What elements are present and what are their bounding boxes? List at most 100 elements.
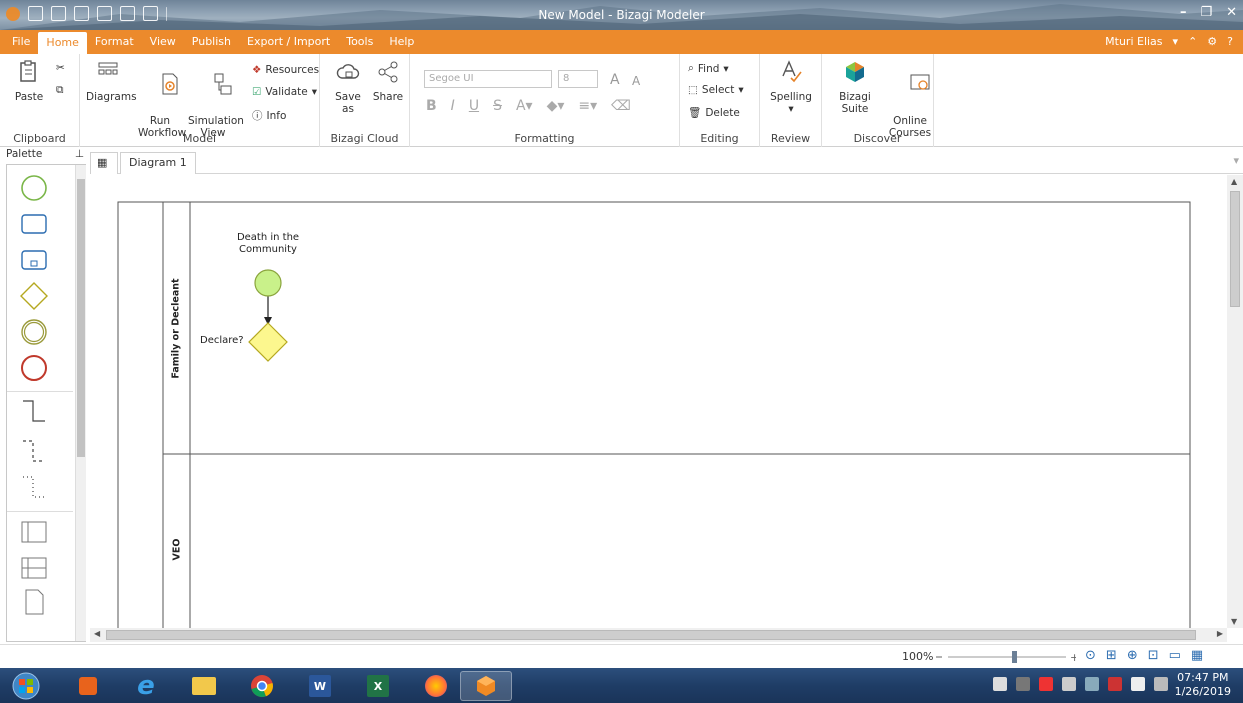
- run-workflow-button[interactable]: Run Workflow: [138, 60, 186, 163]
- diagrams-button[interactable]: Diagrams: [86, 60, 137, 103]
- select-button[interactable]: ⬚ Select ▾: [688, 84, 744, 96]
- tray-antivirus-icon[interactable]: [1039, 677, 1053, 691]
- run-workflow-icon: [162, 73, 178, 95]
- task-icon[interactable]: [19, 209, 49, 239]
- taskbar-app-explorer[interactable]: [178, 671, 230, 701]
- font-select[interactable]: Segoe UI: [424, 70, 552, 88]
- spelling-button[interactable]: Spelling ▾: [766, 60, 816, 115]
- italic-icon[interactable]: I: [451, 98, 455, 114]
- collapse-ribbon-icon[interactable]: ⌃: [1188, 30, 1197, 54]
- menu-home[interactable]: Home: [38, 32, 87, 54]
- minimize-icon[interactable]: –: [1180, 5, 1187, 20]
- font-size-select[interactable]: 8: [558, 70, 598, 88]
- word-icon: W: [309, 675, 331, 697]
- tray-app-icon[interactable]: [1016, 677, 1030, 691]
- copy-icon[interactable]: ⧉: [56, 84, 64, 97]
- palette-scrollbar[interactable]: [75, 165, 86, 641]
- delete-button[interactable]: 🗑 Delete: [688, 106, 740, 120]
- menu-tools[interactable]: Tools: [338, 30, 381, 54]
- tray-people-icon[interactable]: [993, 677, 1007, 691]
- canvas-horizontal-scrollbar[interactable]: ◀ ▶: [90, 628, 1227, 642]
- data-object-icon[interactable]: [19, 587, 49, 617]
- paste-button[interactable]: Paste: [12, 60, 46, 103]
- menu-help[interactable]: Help: [381, 30, 422, 54]
- spelling-icon: [782, 60, 802, 83]
- strikethrough-icon[interactable]: S: [493, 98, 502, 114]
- settings-icon[interactable]: ⚙: [1207, 30, 1217, 54]
- overview-icon[interactable]: ⊡: [1148, 648, 1159, 663]
- pool-icon[interactable]: [19, 517, 49, 547]
- tab-diagram-1[interactable]: Diagram 1: [120, 152, 196, 174]
- subprocess-icon[interactable]: [19, 245, 49, 275]
- validate-button[interactable]: ☑ Validate ▾: [252, 86, 317, 98]
- lane-header-veo[interactable]: VEO: [163, 454, 190, 628]
- underline-icon[interactable]: U: [469, 98, 479, 114]
- font-shrink-icon[interactable]: A: [632, 74, 640, 88]
- save-as-button[interactable]: Save as: [328, 60, 368, 115]
- resources-button[interactable]: ❖ Resources: [252, 64, 319, 76]
- info-button[interactable]: ⓘ Info: [252, 108, 286, 123]
- menu-format[interactable]: Format: [87, 30, 142, 54]
- user-name[interactable]: Mturi Elias: [1105, 30, 1162, 54]
- start-button[interactable]: [6, 671, 46, 701]
- menu-publish[interactable]: Publish: [184, 30, 239, 54]
- present-icon[interactable]: ▭: [1169, 648, 1181, 663]
- validate-icon: ☑: [252, 86, 262, 98]
- start-event-label[interactable]: Death in the Community: [230, 232, 306, 256]
- simulation-view-button[interactable]: Simulation View: [188, 60, 244, 163]
- menu-export-import[interactable]: Export / Import: [239, 30, 338, 54]
- lane-icon[interactable]: [19, 553, 49, 583]
- bizagi-suite-button[interactable]: Bizagi Suite: [828, 60, 882, 115]
- font-grow-icon[interactable]: A: [610, 72, 620, 88]
- grid-icon[interactable]: ⊞: [1106, 648, 1117, 663]
- menu-file[interactable]: File: [0, 30, 38, 54]
- zoom-in-icon[interactable]: ⊕: [1127, 648, 1138, 663]
- volume-icon[interactable]: [1131, 677, 1145, 691]
- fill-color-icon[interactable]: ◆▾: [547, 98, 565, 114]
- help-icon[interactable]: ?: [1227, 30, 1233, 54]
- find-button[interactable]: ⌕ Find ▾: [688, 62, 729, 75]
- bold-icon[interactable]: B: [426, 98, 437, 114]
- diagram-canvas[interactable]: Family or Decleant VEO Death in the Comm…: [90, 175, 1227, 628]
- menu-view[interactable]: View: [142, 30, 184, 54]
- message-flow-icon[interactable]: [19, 437, 49, 467]
- gateway-label[interactable]: Declare?: [200, 335, 244, 346]
- share-button[interactable]: Share: [370, 60, 406, 103]
- usb-icon[interactable]: [1085, 677, 1099, 691]
- start-event-icon[interactable]: [19, 173, 49, 203]
- diagram-list-icon[interactable]: ▦: [90, 152, 118, 174]
- clear-format-icon[interactable]: ⌫: [611, 98, 631, 114]
- zoom-slider[interactable]: +: [936, 650, 1076, 664]
- flag-icon[interactable]: [1062, 677, 1076, 691]
- taskbar-app-excel[interactable]: X: [352, 671, 404, 701]
- association-icon[interactable]: [19, 473, 49, 503]
- lane-header-family[interactable]: Family or Decleant: [163, 202, 190, 454]
- taskbar-app-media[interactable]: [62, 671, 114, 701]
- clock[interactable]: 07:47 PM 1/26/2019: [1175, 671, 1231, 699]
- taskbar-app-firefox[interactable]: [410, 671, 462, 701]
- online-courses-button[interactable]: Online Courses: [888, 60, 932, 163]
- gateway-icon[interactable]: [19, 281, 49, 311]
- canvas-vertical-scrollbar[interactable]: ▲ ▼: [1227, 175, 1243, 628]
- end-event-icon[interactable]: [19, 353, 49, 383]
- align-icon[interactable]: ≡▾: [578, 98, 597, 114]
- chrome-icon: [251, 675, 273, 698]
- cut-icon[interactable]: ✂: [56, 62, 65, 74]
- taskbar-app-bizagi[interactable]: [460, 671, 512, 701]
- window-controls: – ❐ ✕: [1180, 5, 1237, 20]
- chevron-down-icon[interactable]: ▾: [1173, 30, 1179, 54]
- sequence-flow-icon[interactable]: [19, 397, 49, 427]
- restore-icon[interactable]: ❐: [1200, 5, 1212, 20]
- close-icon[interactable]: ✕: [1226, 5, 1237, 20]
- network-icon[interactable]: [1108, 677, 1122, 691]
- tab-dropdown-icon[interactable]: ▾: [1233, 154, 1239, 167]
- font-color-icon[interactable]: A▾: [516, 98, 533, 114]
- intermediate-event-icon[interactable]: [19, 317, 49, 347]
- diagram-icon[interactable]: ▦: [1191, 648, 1203, 663]
- battery-icon[interactable]: [1154, 677, 1168, 691]
- zoom-fit-icon[interactable]: ⊙: [1085, 648, 1096, 663]
- taskbar-app-word[interactable]: W: [294, 671, 346, 701]
- taskbar-app-chrome[interactable]: [236, 671, 288, 701]
- pin-icon[interactable]: ⊥: [75, 148, 84, 160]
- taskbar-app-ie[interactable]: e: [120, 671, 172, 701]
